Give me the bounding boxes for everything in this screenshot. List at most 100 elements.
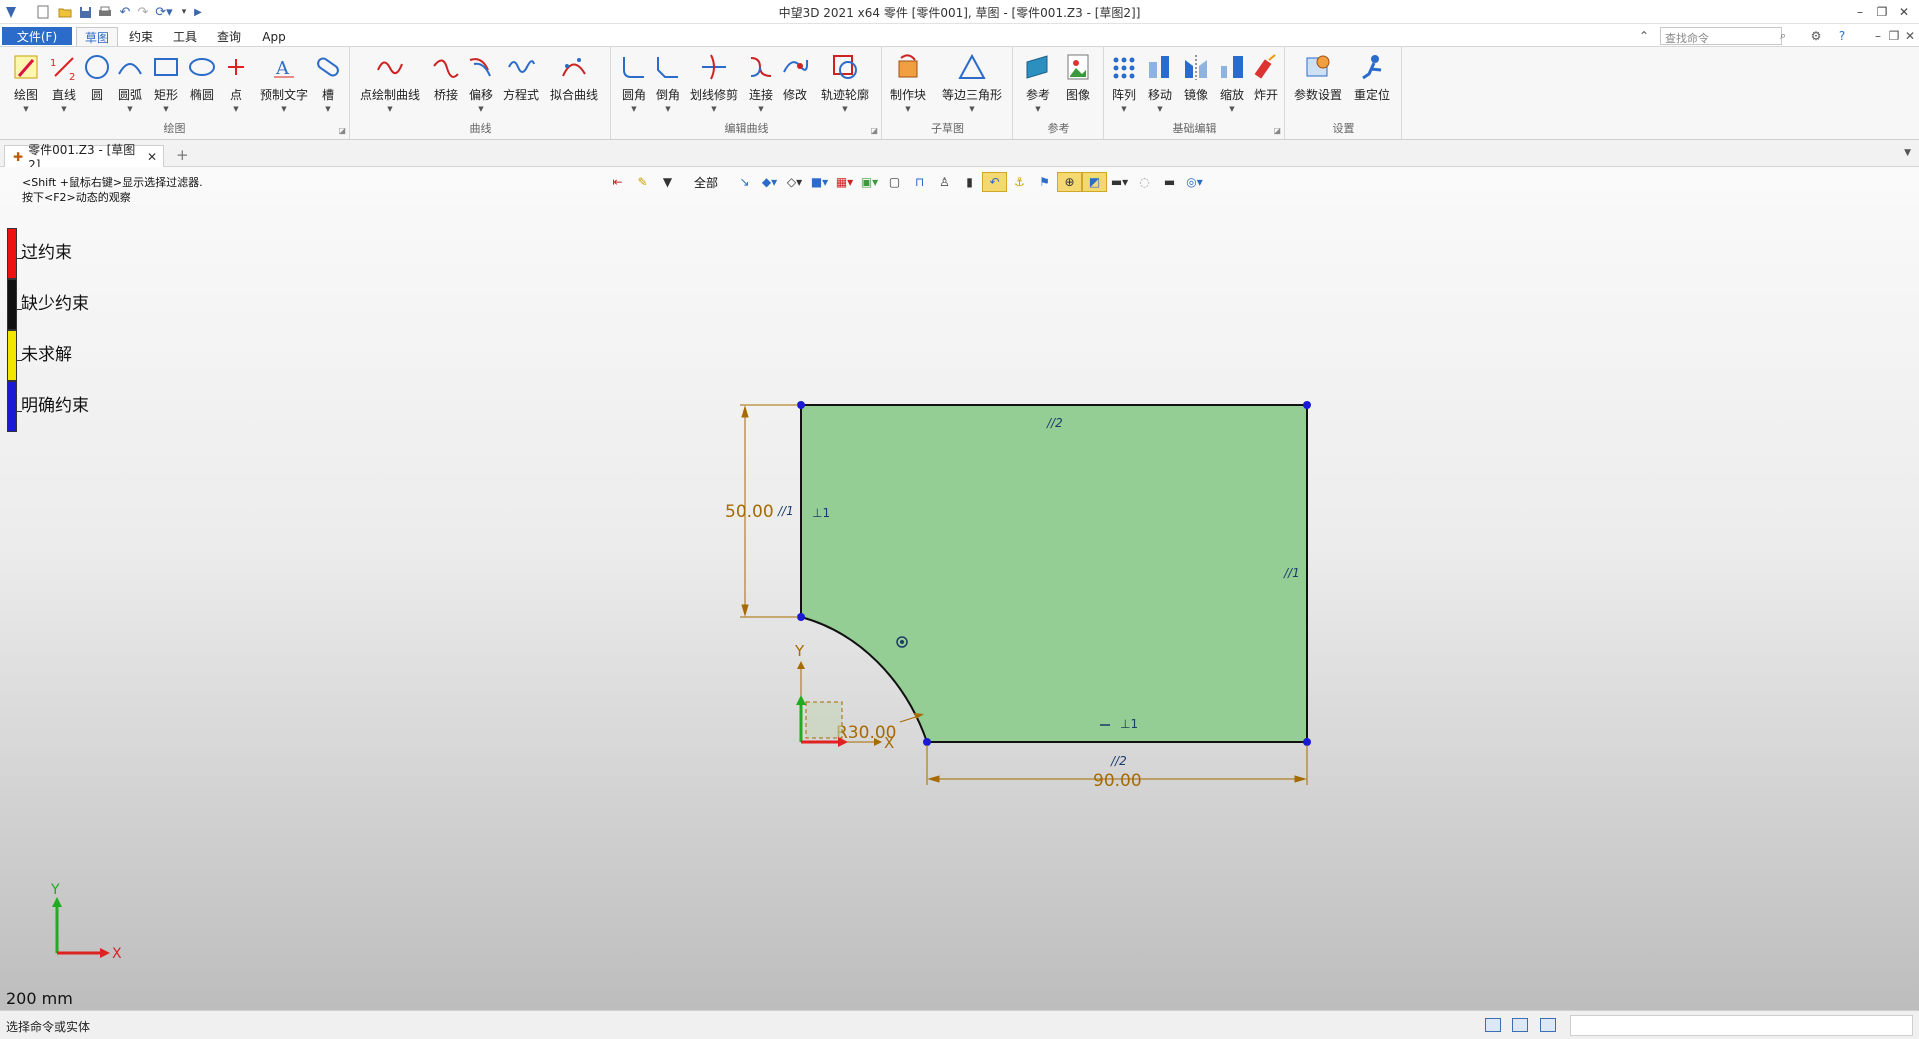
dimension-width[interactable]: 90.00 <box>926 745 1308 791</box>
preset-text-button[interactable]: A 预制文字 ▼ <box>256 51 312 121</box>
svg-text:Y: Y <box>50 882 60 898</box>
constraint-parallel-right[interactable]: //1 <box>1283 566 1300 580</box>
close-tab-icon[interactable]: ✕ <box>147 150 157 164</box>
make-block-button[interactable]: 制作块 ▼ <box>889 51 927 121</box>
tab-sketch[interactable]: 草图 <box>76 27 118 46</box>
scale-label: 200 mm <box>6 989 73 1008</box>
parameter-settings-button[interactable]: 参数设置 <box>1290 51 1346 121</box>
tab-query[interactable]: 查询 <box>210 27 248 46</box>
reposition-icon <box>1356 51 1388 83</box>
menu-row: 文件(F) 草图 约束 工具 查询 App ⌃ 查找命令 ⌕ ⚙ ? – ❐ ✕ <box>0 24 1919 46</box>
group-label-edit-curve: 编辑曲线 <box>724 122 769 135</box>
constraint-parallel-left[interactable]: //1 <box>777 504 794 518</box>
tabs-menu-icon[interactable]: ▼ <box>1904 148 1911 158</box>
constraint-parallel-bottom[interactable]: //2 <box>1110 754 1127 768</box>
slot-icon <box>312 51 344 83</box>
fillet-icon <box>618 51 650 83</box>
collapse-ribbon-icon[interactable]: ⌃ <box>1636 28 1652 44</box>
tab-tools[interactable]: 工具 <box>166 27 204 46</box>
modify-button[interactable]: 修改 <box>778 51 812 121</box>
trim-button[interactable]: 划线修剪 ▼ <box>686 51 742 121</box>
scale-button[interactable]: 缩放 ▼ <box>1215 51 1249 121</box>
dialog-launcher-icon[interactable]: ◪ <box>870 126 878 135</box>
image-button[interactable]: 图像 <box>1060 51 1096 121</box>
gear-icon[interactable]: ⚙ <box>1808 28 1824 44</box>
offset-curve-icon <box>465 51 497 83</box>
arc-button[interactable]: 圆弧 ▼ <box>112 51 148 121</box>
draw-button[interactable]: 绘图 ▼ <box>8 51 44 121</box>
ellipse-button[interactable]: 椭圆 <box>186 51 218 121</box>
dynamite-icon <box>1250 51 1282 83</box>
chamfer-button[interactable]: 倒角 ▼ <box>652 51 684 121</box>
sketch-vertex[interactable] <box>797 401 805 409</box>
help-icon[interactable]: ? <box>1834 28 1850 44</box>
fillet-button[interactable]: 圆角 ▼ <box>618 51 650 121</box>
constraint-parallel-top[interactable]: //2 <box>1046 416 1063 430</box>
reposition-button[interactable]: 重定位 <box>1352 51 1392 121</box>
reference-button[interactable]: 参考 ▼ <box>1020 51 1056 121</box>
sketch-vertex[interactable] <box>1303 401 1311 409</box>
equation-button[interactable]: 方程式 <box>499 51 543 121</box>
arc-icon <box>114 51 146 83</box>
sketch-vertex[interactable] <box>1303 738 1311 746</box>
status-bar: 选择命令或实体 <box>0 1010 1919 1039</box>
document-tab-strip: ✚ 零件001.Z3 - [草图2] ✕ + ▼ <box>0 142 1919 172</box>
sketch-profile[interactable] <box>800 404 1308 743</box>
triangle-icon <box>956 51 988 83</box>
text-icon: A <box>268 51 300 83</box>
rectangle-button[interactable]: 矩形 ▼ <box>148 51 184 121</box>
status-input[interactable] <box>1570 1015 1913 1036</box>
bridge-curve-icon <box>430 51 462 83</box>
explode-button[interactable]: 炸开 <box>1249 51 1283 121</box>
layout-icon[interactable] <box>1485 1018 1501 1032</box>
trace-profile-button[interactable]: 轨迹轮廓 ▼ <box>816 51 874 121</box>
monitor-icon[interactable] <box>1512 1018 1528 1032</box>
move-button[interactable]: 移动 ▼ <box>1143 51 1177 121</box>
new-tab-icon[interactable]: + <box>176 146 189 164</box>
sketch-canvas[interactable]: 50.00 90.00 R30.00 //2 //2 //1 //1 ⊥1 ⊥1 <box>0 167 1919 1010</box>
rectangle-icon <box>150 51 182 83</box>
document-tab[interactable]: ✚ 零件001.Z3 - [草图2] ✕ <box>4 143 164 172</box>
tab-app[interactable]: App <box>256 27 292 46</box>
doc-close-icon[interactable]: ✕ <box>1902 28 1918 44</box>
svg-text:1: 1 <box>50 58 56 69</box>
ribbon-group-reference: 参考 ▼ 图像 参考 <box>1014 47 1104 139</box>
tab-constraint[interactable]: 约束 <box>122 27 160 46</box>
dialog-launcher-icon[interactable]: ◪ <box>338 126 346 135</box>
close-window-icon[interactable]: ✕ <box>1893 2 1915 22</box>
sketch-vertex[interactable] <box>923 738 931 746</box>
search-icon[interactable]: ⌕ <box>1780 29 1792 42</box>
array-button[interactable]: 阵列 ▼ <box>1107 51 1141 121</box>
doc-restore-icon[interactable]: ❐ <box>1886 28 1902 44</box>
restore-icon[interactable]: ❐ <box>1871 2 1893 22</box>
offset-button[interactable]: 偏移 ▼ <box>463 51 499 121</box>
mirror-button[interactable]: 镜像 <box>1179 51 1213 121</box>
command-search-input[interactable]: 查找命令 <box>1660 27 1782 45</box>
constraint-perpendicular-left[interactable]: ⊥1 <box>812 506 830 520</box>
spline-icon <box>374 51 406 83</box>
bridge-button[interactable]: 桥接 <box>429 51 463 121</box>
scale-icon <box>1216 51 1248 83</box>
trace-profile-icon <box>829 51 861 83</box>
graphics-viewport[interactable]: <Shift +鼠标右键>显示选择过滤器. 按下<F2>动态的观察 ⇤ ✎ ▼ … <box>0 167 1919 1010</box>
ribbon: 绘图 ▼ 12 直线 ▼ 圆 圆弧 ▼ 矩形 ▼ 椭圆 点 ▼ A 预制文字 ▼… <box>0 46 1919 140</box>
panel-icon[interactable] <box>1540 1018 1556 1032</box>
equilateral-triangle-button[interactable]: 等边三角形 ▼ <box>939 51 1005 121</box>
fit-curve-button[interactable]: 拟合曲线 <box>547 51 601 121</box>
constraint-perpendicular-bottom[interactable]: ⊥1 <box>1120 717 1138 731</box>
line-button[interactable]: 12 直线 ▼ <box>46 51 82 121</box>
dimension-radius[interactable]: R30.00 <box>836 713 924 743</box>
circle-button[interactable]: 圆 <box>82 51 112 121</box>
axis-y-label: Y <box>794 642 805 660</box>
minimize-icon[interactable]: – <box>1849 2 1871 22</box>
doc-minimize-icon[interactable]: – <box>1870 28 1886 44</box>
sketch-vertex[interactable] <box>797 613 805 621</box>
file-menu[interactable]: 文件(F) <box>2 27 72 45</box>
dialog-launcher-icon[interactable]: ◪ <box>1273 126 1281 135</box>
group-label-settings: 设置 <box>1332 122 1355 135</box>
title-bar: ↶ ↷ ⟳▾ ▾ ▶ 中望3D 2021 x64 零件 [零件001], 草图 … <box>0 0 1919 24</box>
point-button[interactable]: 点 ▼ <box>222 51 250 121</box>
connect-button[interactable]: 连接 ▼ <box>744 51 778 121</box>
point-curve-button[interactable]: 点绘制曲线 ▼ <box>357 51 423 121</box>
slot-button[interactable]: 槽 ▼ <box>312 51 344 121</box>
